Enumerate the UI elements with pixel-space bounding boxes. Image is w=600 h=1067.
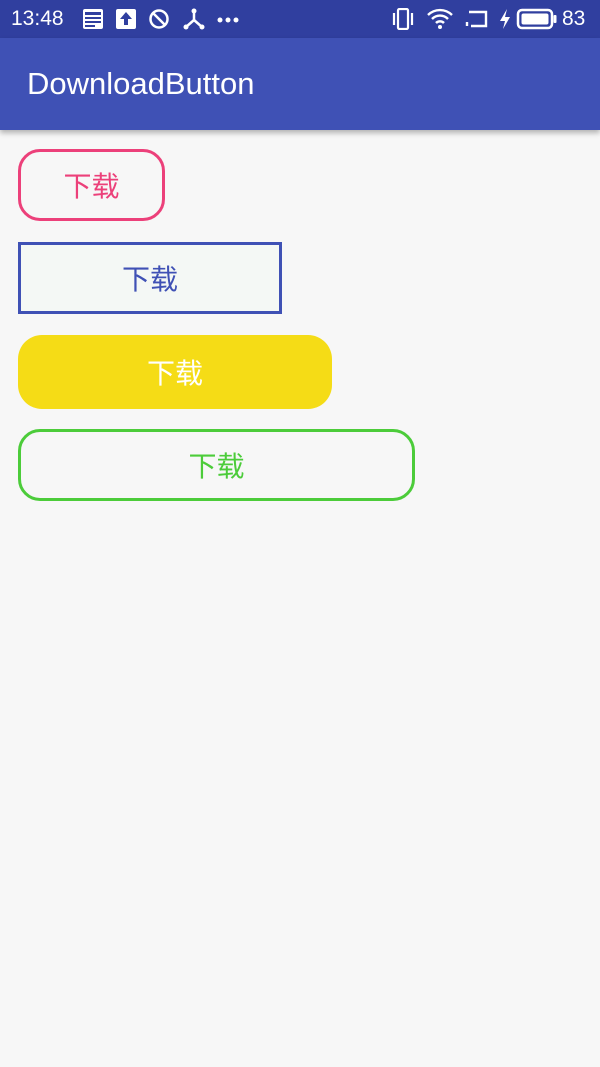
screen-cast-icon (465, 10, 488, 28)
app-bar: DownloadButton (0, 38, 600, 130)
battery-percentage: 83 (562, 7, 586, 30)
content-area: 下载 下载 下载 下载 (0, 130, 600, 1067)
download-button-blue[interactable]: 下载 (18, 242, 282, 314)
more-dots-icon (217, 17, 239, 23)
download-button-pink[interactable]: 下载 (18, 149, 165, 221)
news-icon (83, 9, 103, 29)
battery-icon (516, 8, 557, 30)
vibrate-icon (392, 8, 414, 30)
download-button-green[interactable]: 下载 (18, 429, 415, 501)
upload-icon (116, 9, 136, 29)
do-not-disturb-icon (149, 9, 169, 29)
wifi-icon (427, 8, 453, 29)
charging-icon (500, 9, 510, 29)
download-button-yellow[interactable]: 下载 (18, 335, 332, 409)
usb-icon (183, 8, 205, 30)
app-title: DownloadButton (27, 66, 255, 101)
status-time: 13:48 (11, 7, 64, 30)
status-bar: 13:48 83 (0, 0, 600, 38)
